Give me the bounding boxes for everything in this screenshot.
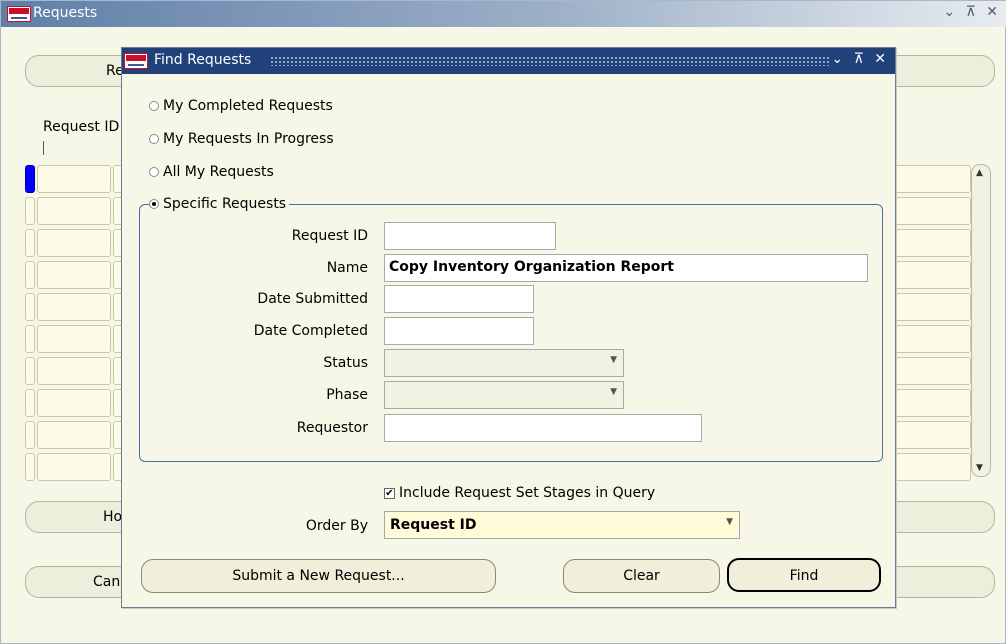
status-label: Status	[323, 355, 368, 371]
row-selector-current[interactable]	[25, 165, 35, 193]
checkbox-checked-icon[interactable]: ✔	[384, 487, 395, 499]
request-id-cell[interactable]	[37, 325, 111, 353]
chevron-down-icon[interactable]: ▼	[610, 387, 617, 397]
request-id-cell[interactable]	[37, 389, 111, 417]
date-completed-input[interactable]	[384, 317, 534, 345]
requests-title: Requests	[33, 5, 98, 21]
requestor-label: Requestor	[296, 420, 368, 436]
status-select[interactable]: ▼	[384, 349, 624, 377]
clear-button[interactable]: Clear	[563, 559, 720, 593]
phase-label: Phase	[326, 387, 368, 403]
radio-icon[interactable]	[149, 101, 159, 111]
chevron-down-icon[interactable]: ▼	[610, 355, 617, 365]
cancel-request-label: Can	[93, 574, 121, 590]
requests-titlebar: Requests ⌄ ⊼ ✕	[1, 1, 1006, 27]
titlebar-grip	[270, 56, 830, 66]
request-id-cell[interactable]	[37, 421, 111, 449]
date-submitted-input[interactable]	[384, 285, 534, 313]
radio-my-completed-requests[interactable]: My Completed Requests	[149, 98, 333, 114]
dialog-title: Find Requests	[154, 52, 252, 68]
dialog-window-controls-icon[interactable]: ⌄ ⊼ ✕	[831, 51, 889, 67]
order-by-label: Order By	[305, 518, 368, 534]
request-id-cell[interactable]	[37, 293, 111, 321]
hold-request-label: Ho	[103, 509, 123, 525]
order-by-select[interactable]: Request ID ▼	[384, 511, 740, 539]
find-requests-titlebar[interactable]: Find Requests ⌄ ⊼ ✕	[122, 48, 895, 74]
request-id-cell[interactable]	[37, 357, 111, 385]
name-input[interactable]: Copy Inventory Organization Report	[384, 254, 868, 282]
row-selector[interactable]	[25, 421, 35, 449]
row-selector[interactable]	[25, 293, 35, 321]
scroll-up-icon[interactable]: ▲	[976, 168, 983, 178]
submit-new-request-button[interactable]: Submit a New Request...	[141, 559, 496, 593]
chevron-down-icon[interactable]: ▼	[726, 517, 733, 527]
order-by-value: Request ID	[390, 517, 477, 533]
radio-my-requests-in-progress[interactable]: My Requests In Progress	[149, 131, 334, 147]
request-id-cell[interactable]	[37, 453, 111, 481]
radio-specific-requests[interactable]: Specific Requests	[149, 196, 290, 212]
row-selector[interactable]	[25, 389, 35, 417]
oracle-logo-icon	[7, 6, 31, 22]
vertical-scrollbar[interactable]: ▲ ▼	[971, 164, 991, 477]
request-id-input[interactable]	[384, 222, 556, 250]
radio-label: All My Requests	[163, 164, 274, 180]
find-button[interactable]: Find	[727, 558, 881, 592]
radio-icon[interactable]	[149, 167, 159, 177]
scroll-down-icon[interactable]: ▼	[976, 463, 983, 473]
radio-label: Specific Requests	[163, 196, 287, 212]
radio-label: My Completed Requests	[163, 98, 333, 114]
row-selector[interactable]	[25, 229, 35, 257]
row-selector[interactable]	[25, 325, 35, 353]
include-request-set-stages-checkbox[interactable]: ✔ Include Request Set Stages in Query	[384, 485, 655, 501]
row-selector[interactable]	[25, 197, 35, 225]
radio-all-my-requests[interactable]: All My Requests	[149, 164, 274, 180]
find-requests-dialog: Find Requests ⌄ ⊼ ✕ My Completed Request…	[121, 47, 896, 608]
request-id-label: Request ID	[291, 228, 368, 244]
request-id-cell[interactable]	[37, 197, 111, 225]
include-stages-label: Include Request Set Stages in Query	[399, 485, 656, 501]
radio-selected-icon[interactable]	[149, 199, 159, 209]
column-header-request-id: Request ID	[43, 119, 120, 135]
row-selector[interactable]	[25, 261, 35, 289]
name-label: Name	[326, 260, 368, 276]
window-controls-icon[interactable]: ⌄ ⊼ ✕	[943, 4, 1001, 20]
requestor-input[interactable]	[384, 414, 702, 442]
date-completed-label: Date Completed	[253, 323, 368, 339]
row-selector[interactable]	[25, 453, 35, 481]
date-submitted-label: Date Submitted	[257, 291, 368, 307]
oracle-logo-icon	[124, 53, 148, 69]
radio-label: My Requests In Progress	[163, 131, 334, 147]
request-id-cell[interactable]	[37, 229, 111, 257]
radio-icon[interactable]	[149, 134, 159, 144]
phase-select[interactable]: ▼	[384, 381, 624, 409]
row-selector[interactable]	[25, 357, 35, 385]
request-id-cell[interactable]	[37, 165, 111, 193]
request-id-cell[interactable]	[37, 261, 111, 289]
column-header-marker	[43, 141, 44, 155]
